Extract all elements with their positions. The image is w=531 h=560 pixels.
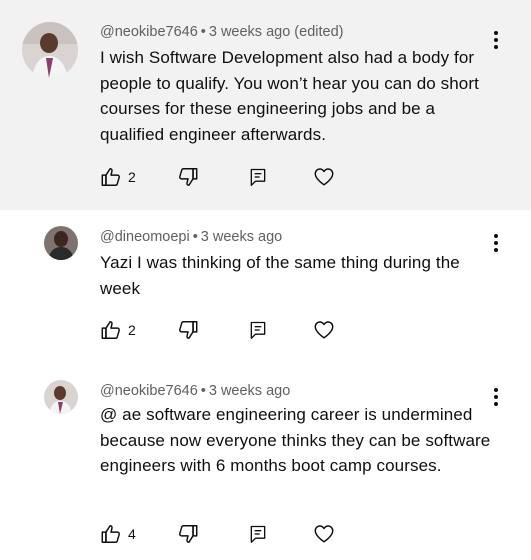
comment-text: @ ae software engineering career is unde… [100,405,491,475]
avatar[interactable] [44,380,78,414]
comment-actions: 2 [98,163,358,191]
comment-time[interactable]: 3 weeks ago [201,229,282,245]
dislike-button[interactable] [177,316,199,344]
heart-button[interactable] [313,316,335,344]
thumbs-down-icon [179,168,198,186]
reply-button[interactable] [248,163,268,191]
profile-photo-icon [44,226,78,260]
dislike-button[interactable] [177,163,199,191]
comment-author[interactable]: @neokibe7646 [100,383,198,399]
like-button[interactable]: 4 [100,520,136,548]
like-count: 4 [128,526,136,542]
reply-button[interactable] [248,316,268,344]
comment-item: @neokibe7646 • 3 weeks ago (edited) I wish… [0,0,531,210]
comment-item: @dineomoepi • 3 weeks ago Yazi I was think… [0,210,531,370]
comment-meta: @neokibe7646 • 3 weeks ago [100,383,291,399]
comment-time[interactable]: 3 weeks ago [209,383,290,399]
dislike-button[interactable] [177,520,199,548]
reply-icon [250,525,266,543]
more-vertical-icon[interactable] [484,231,508,255]
comment-meta: @dineomoepi • 3 weeks ago [100,229,283,245]
like-count: 2 [128,169,136,185]
avatar[interactable] [44,226,78,260]
reply-icon [250,168,266,186]
reply-button[interactable] [248,520,268,548]
heart-icon [314,321,334,339]
reply-icon [250,321,266,339]
like-count: 2 [128,322,136,338]
comment-author[interactable]: @dineomoepi [100,229,190,245]
comment-item: @neokibe7646 • 3 weeks ago @ ae software e… [0,370,531,560]
comment-author[interactable]: @neokibe7646 [100,24,198,40]
heart-icon [314,525,334,543]
comment-time[interactable]: 3 weeks ago (edited) [209,24,344,40]
comment-text: I wish Software Development also had a b… [100,48,479,144]
thumbs-up-icon [101,525,120,543]
heart-button[interactable] [313,520,335,548]
thumbs-down-icon [179,525,198,543]
heart-button[interactable] [313,163,335,191]
more-vertical-icon[interactable] [484,28,508,52]
profile-photo-icon [22,22,78,78]
comment-text: Yazi I was thinking of the same thing du… [100,253,460,298]
thumbs-down-icon [179,321,198,339]
profile-photo-icon [44,380,78,414]
comment-actions: 2 [98,316,358,344]
more-vertical-icon[interactable] [484,385,508,409]
avatar[interactable] [22,22,78,78]
thumbs-up-icon [101,168,120,186]
heart-icon [314,168,334,186]
like-button[interactable]: 2 [100,163,136,191]
comment-meta: @neokibe7646 • 3 weeks ago (edited) [100,24,344,40]
thumbs-up-icon [101,321,120,339]
comment-actions: 4 [98,520,358,548]
like-button[interactable]: 2 [100,316,136,344]
